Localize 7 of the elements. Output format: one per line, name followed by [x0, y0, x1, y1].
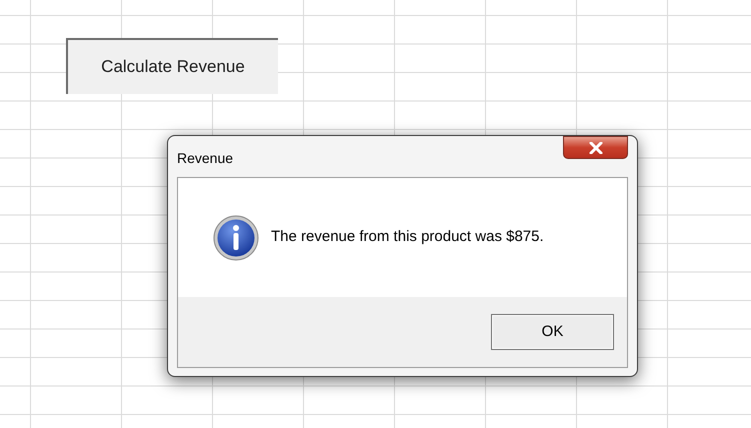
close-icon — [588, 142, 602, 154]
message-text: The revenue from this product was $875. — [271, 227, 544, 248]
ok-button[interactable]: OK — [491, 314, 614, 350]
close-button[interactable] — [563, 136, 628, 159]
info-icon — [213, 214, 259, 260]
window-title: Revenue — [177, 149, 234, 168]
calculate-revenue-button[interactable]: Calculate Revenue — [66, 38, 278, 94]
